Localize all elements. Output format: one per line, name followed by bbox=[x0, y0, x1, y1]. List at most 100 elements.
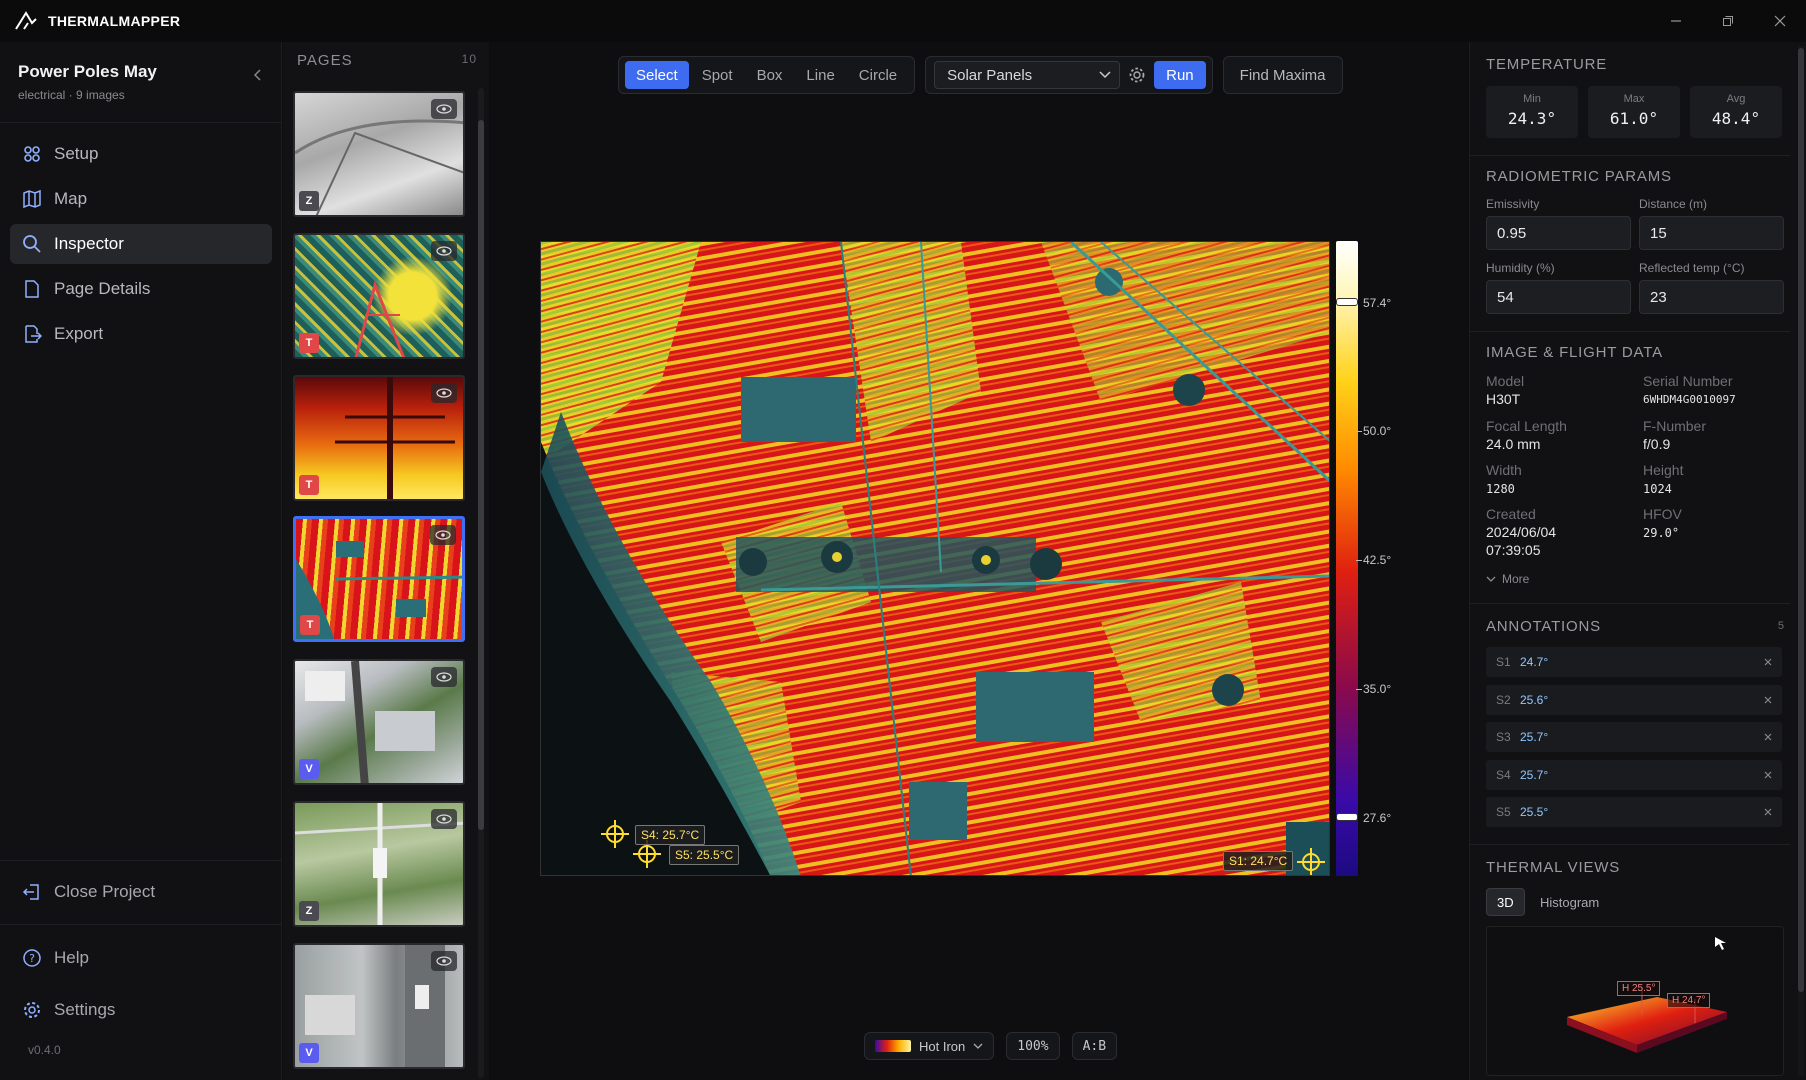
detector-settings-button[interactable] bbox=[1122, 61, 1152, 89]
width-value: 1280 bbox=[1486, 482, 1515, 496]
close-project-button[interactable]: Close Project bbox=[22, 882, 155, 902]
more-button[interactable]: More bbox=[1486, 572, 1529, 586]
reflected-temp-field[interactable]: 23 bbox=[1639, 280, 1784, 314]
delete-annotation-button[interactable] bbox=[1764, 655, 1772, 669]
created-time-value: 07:39:05 bbox=[1486, 542, 1541, 558]
zoom-level-button[interactable]: 100% bbox=[1006, 1032, 1060, 1060]
scale-max-handle[interactable] bbox=[1336, 298, 1358, 306]
visibility-toggle[interactable] bbox=[431, 241, 457, 261]
visibility-toggle[interactable] bbox=[431, 951, 457, 971]
delete-annotation-button[interactable] bbox=[1764, 693, 1772, 707]
distance-field[interactable]: 15 bbox=[1639, 216, 1784, 250]
thermal-image[interactable]: S4: 25.7°C S5: 25.5°C S1: 24.7°C bbox=[540, 241, 1330, 876]
close-project-label: Close Project bbox=[54, 882, 156, 901]
nav-item-inspector[interactable]: Inspector bbox=[10, 224, 272, 264]
visibility-toggle[interactable] bbox=[431, 809, 457, 829]
close-window-button[interactable] bbox=[1754, 0, 1806, 42]
close-icon bbox=[1764, 808, 1772, 816]
delete-annotation-button[interactable] bbox=[1764, 730, 1772, 744]
model-value: H30T bbox=[1486, 391, 1521, 407]
visibility-toggle[interactable] bbox=[431, 383, 457, 403]
eye-icon bbox=[436, 246, 452, 256]
delete-annotation-button[interactable] bbox=[1764, 768, 1772, 782]
close-icon bbox=[1764, 696, 1772, 704]
svg-text:?: ? bbox=[29, 952, 35, 965]
page-type-badge: Z bbox=[299, 901, 319, 921]
panel-scrollbar[interactable] bbox=[1798, 46, 1804, 1076]
maximize-button[interactable] bbox=[1702, 0, 1754, 42]
pages-scrollbar[interactable] bbox=[478, 88, 484, 1078]
help-icon: ? bbox=[23, 949, 41, 967]
project-subtitle: electrical · 9 images bbox=[18, 88, 125, 102]
detector-select[interactable]: Solar Panels bbox=[934, 61, 1121, 89]
annotation-row-s3[interactable]: S3 25.7° bbox=[1486, 722, 1782, 752]
collapse-sidebar-button[interactable] bbox=[253, 68, 263, 84]
serial-label: Serial Number bbox=[1643, 373, 1733, 389]
page-thumbnail[interactable]: T bbox=[293, 233, 465, 359]
visibility-toggle[interactable] bbox=[430, 525, 456, 545]
temp-max-card: Max 61.0° bbox=[1588, 86, 1680, 138]
settings-label: Settings bbox=[54, 1000, 116, 1019]
delete-annotation-button[interactable] bbox=[1764, 805, 1772, 819]
scrollbar-thumb[interactable] bbox=[1798, 48, 1804, 992]
tool-select[interactable]: Select bbox=[625, 61, 689, 89]
app-logo: THERMALMAPPER bbox=[14, 11, 180, 31]
spot-tag-s4[interactable]: S4: 25.7°C bbox=[635, 825, 706, 845]
hfov-value: 29.0° bbox=[1643, 526, 1680, 540]
spot-tag-s5[interactable]: S5: 25.5°C bbox=[669, 845, 740, 865]
width-label: Width bbox=[1486, 462, 1522, 478]
page-thumbnail[interactable]: V bbox=[293, 943, 465, 1069]
minimize-button[interactable] bbox=[1650, 0, 1702, 42]
page-type-badge: Z bbox=[299, 191, 319, 211]
page-thumbnail[interactable]: V bbox=[293, 659, 465, 785]
palette-select[interactable]: Hot Iron bbox=[864, 1032, 995, 1060]
page-thumbnail[interactable]: Z bbox=[293, 801, 465, 927]
tool-line[interactable]: Line bbox=[795, 61, 845, 89]
page-thumbnail[interactable]: Z bbox=[293, 91, 465, 217]
ab-compare-button[interactable]: A:B bbox=[1071, 1032, 1118, 1060]
divider bbox=[1470, 331, 1790, 332]
help-button[interactable]: ? Help bbox=[22, 948, 89, 968]
tab-3d[interactable]: 3D bbox=[1486, 888, 1525, 916]
nav-item-setup[interactable]: Setup bbox=[10, 134, 272, 174]
project-name: Power Poles May bbox=[18, 62, 157, 81]
emissivity-field[interactable]: 0.95 bbox=[1486, 216, 1631, 250]
created-label: Created bbox=[1486, 506, 1536, 522]
scale-label: 50.0° bbox=[1363, 424, 1392, 438]
page-thumbnail-selected[interactable]: T bbox=[293, 516, 465, 642]
visibility-toggle[interactable] bbox=[431, 99, 457, 119]
spot-tag-s1[interactable]: S1: 24.7°C bbox=[1223, 851, 1294, 871]
nav-item-page-details[interactable]: Page Details bbox=[10, 269, 272, 309]
tab-histogram[interactable]: Histogram bbox=[1530, 888, 1609, 916]
run-button[interactable]: Run bbox=[1154, 61, 1206, 89]
tool-circle[interactable]: Circle bbox=[848, 61, 908, 89]
scrollbar-thumb[interactable] bbox=[478, 120, 484, 830]
visibility-toggle[interactable] bbox=[431, 667, 457, 687]
settings-button[interactable]: Settings bbox=[22, 1000, 115, 1020]
nav-item-export[interactable]: Export bbox=[10, 314, 272, 354]
detector-select-value: Solar Panels bbox=[947, 66, 1033, 84]
nav-item-map[interactable]: Map bbox=[10, 179, 272, 219]
focal-length-label: Focal Length bbox=[1486, 418, 1567, 434]
tool-spot[interactable]: Spot bbox=[691, 61, 744, 89]
divider bbox=[0, 860, 282, 861]
page-type-badge: T bbox=[299, 475, 319, 495]
pages-title: PAGES bbox=[297, 52, 353, 69]
page-thumbnail[interactable]: T bbox=[293, 375, 465, 501]
thermal-3d-view[interactable]: H 25.5° H 24.7° bbox=[1486, 926, 1784, 1076]
scale-min-handle[interactable] bbox=[1336, 813, 1358, 821]
close-icon bbox=[1764, 733, 1772, 741]
height-label: Height bbox=[1643, 462, 1684, 478]
palette-select-value: Hot Iron bbox=[919, 1038, 966, 1054]
gear-icon bbox=[1129, 67, 1145, 83]
annotation-row-s1[interactable]: S1 24.7° bbox=[1486, 647, 1782, 677]
humidity-field[interactable]: 54 bbox=[1486, 280, 1631, 314]
annotation-row-s4[interactable]: S4 25.7° bbox=[1486, 760, 1782, 790]
find-maxima-button[interactable]: Find Maxima bbox=[1222, 56, 1343, 94]
3d-hotspot-label: H 24.7° bbox=[1667, 993, 1711, 1008]
annotation-row-s2[interactable]: S2 25.6° bbox=[1486, 685, 1782, 715]
inspector-canvas: Select Spot Box Line Circle Solar Panels… bbox=[490, 42, 1468, 1080]
annotation-row-s5[interactable]: S5 25.5° bbox=[1486, 797, 1782, 827]
tool-box[interactable]: Box bbox=[746, 61, 794, 89]
temp-max-label: Max bbox=[1623, 93, 1645, 105]
